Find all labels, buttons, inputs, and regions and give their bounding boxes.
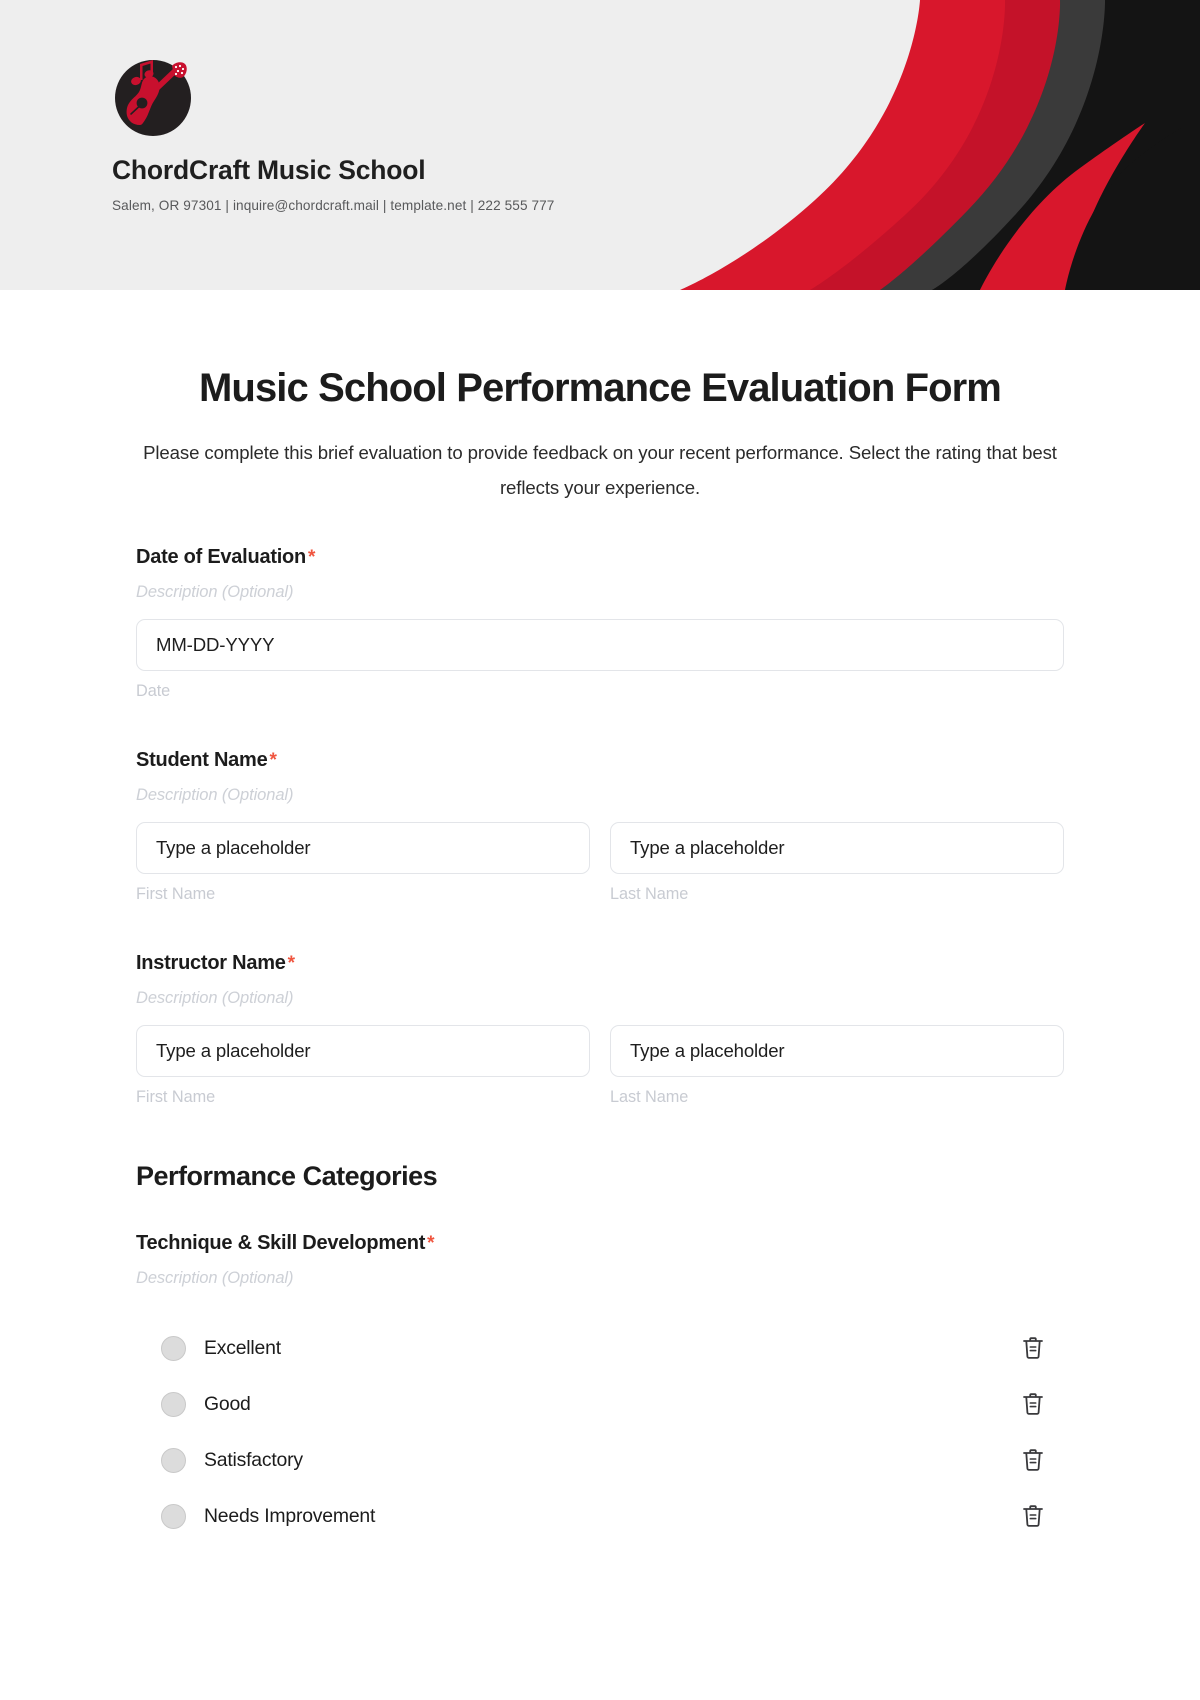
student-last-name-input[interactable] — [610, 822, 1064, 875]
radio-option-label: Excellent — [204, 1336, 281, 1359]
input-row: Date — [136, 619, 1064, 701]
page-title: Music School Performance Evaluation Form — [199, 366, 1002, 410]
school-contact-line: Salem, OR 97301 | inquire@chordcraft.mai… — [112, 198, 555, 214]
input-col: Date — [136, 619, 1064, 701]
required-asterisk: * — [287, 953, 295, 975]
input-col-last-name: Last Name — [610, 822, 1064, 904]
radio-option-row[interactable]: Satisfactory — [136, 1432, 1064, 1488]
fields-container: Date of Evaluation * Description (Optiona… — [136, 546, 1064, 1544]
field-label: Date of Evaluation * — [136, 546, 1064, 569]
trash-icon — [1023, 1393, 1043, 1415]
field-label-text: Technique & Skill Development — [136, 1232, 426, 1255]
input-caption: Date — [136, 682, 171, 701]
input-caption: First Name — [136, 885, 216, 904]
date-input[interactable] — [136, 619, 1064, 672]
input-row: First Name Last Name — [136, 1025, 1064, 1107]
page-header: ChordCraft Music School Salem, OR 97301 … — [0, 0, 1200, 290]
field-student-name: Student Name* Description (Optional) Fir… — [136, 749, 1064, 904]
instructor-last-name-input[interactable] — [610, 1025, 1064, 1078]
input-row: First Name Last Name — [136, 822, 1064, 904]
field-label-text: Instructor Name — [136, 952, 286, 975]
field-description: Description (Optional) — [136, 1269, 294, 1288]
required-asterisk: * — [427, 1233, 435, 1255]
field-date-of-evaluation: Date of Evaluation * Description (Optiona… — [136, 546, 1064, 701]
radio-option-label: Satisfactory — [204, 1448, 303, 1471]
field-description: Description (Optional) — [136, 786, 294, 805]
input-caption: Last Name — [610, 1088, 689, 1107]
radio-button-icon[interactable] — [161, 1447, 186, 1473]
radio-button-icon[interactable] — [161, 1335, 186, 1361]
field-label: Instructor Name * — [136, 952, 1064, 975]
radio-button-icon[interactable] — [161, 1391, 186, 1417]
radio-option-label: Needs Improvement — [204, 1504, 376, 1527]
radio-button-icon[interactable] — [161, 1503, 186, 1529]
student-first-name-input[interactable] — [136, 822, 590, 875]
radio-option-row[interactable]: Excellent — [136, 1320, 1064, 1376]
trash-icon — [1023, 1337, 1043, 1359]
guitar-music-note-icon — [115, 60, 191, 136]
delete-option-button[interactable] — [1020, 1447, 1046, 1473]
radio-option-list: Excellent Good Satisfactory Needs Improv… — [136, 1320, 1064, 1544]
radio-option-row[interactable]: Good — [136, 1376, 1064, 1432]
brand-block: ChordCraft Music School Salem, OR 97301 … — [112, 55, 732, 213]
field-technique-skill-development: Technique & Skill Development * Descripti… — [136, 1232, 1064, 1544]
form-content: Music School Performance Evaluation Form… — [0, 366, 1200, 1544]
field-label: Technique & Skill Development * — [136, 1232, 1064, 1255]
input-caption: Last Name — [610, 885, 689, 904]
required-asterisk: * — [307, 547, 316, 569]
instructor-first-name-input[interactable] — [136, 1025, 590, 1078]
delete-option-button[interactable] — [1020, 1335, 1046, 1361]
trash-icon — [1023, 1505, 1043, 1527]
school-name: ChordCraft Music School — [112, 155, 426, 185]
section-heading-performance-categories: Performance Categories — [136, 1161, 438, 1192]
subtitle-line-1: Please complete this brief evaluation to… — [143, 441, 844, 463]
field-instructor-name: Instructor Name * Description (Optional) … — [136, 952, 1064, 1107]
delete-option-button[interactable] — [1020, 1503, 1046, 1529]
field-label: Student Name * — [136, 749, 1064, 772]
field-description: Description (Optional) — [136, 989, 294, 1008]
form-page: ChordCraft Music School Salem, OR 97301 … — [0, 0, 1200, 1700]
field-label-text: Student Name — [136, 749, 268, 772]
field-description: Description (Optional) — [136, 583, 294, 602]
field-label-text: Date of Evaluation — [136, 546, 306, 569]
input-caption: First Name — [136, 1088, 216, 1107]
required-asterisk: * — [269, 750, 277, 772]
input-col-last-name: Last Name — [610, 1025, 1064, 1107]
input-col-first-name: First Name — [136, 1025, 590, 1107]
page-subtitle: Please complete this brief evaluation to… — [140, 435, 1060, 506]
radio-option-row[interactable]: Needs Improvement — [136, 1488, 1064, 1544]
school-logo — [112, 55, 194, 137]
radio-option-label: Good — [204, 1392, 251, 1415]
input-col-first-name: First Name — [136, 822, 590, 904]
trash-icon — [1023, 1449, 1043, 1471]
delete-option-button[interactable] — [1020, 1391, 1046, 1417]
